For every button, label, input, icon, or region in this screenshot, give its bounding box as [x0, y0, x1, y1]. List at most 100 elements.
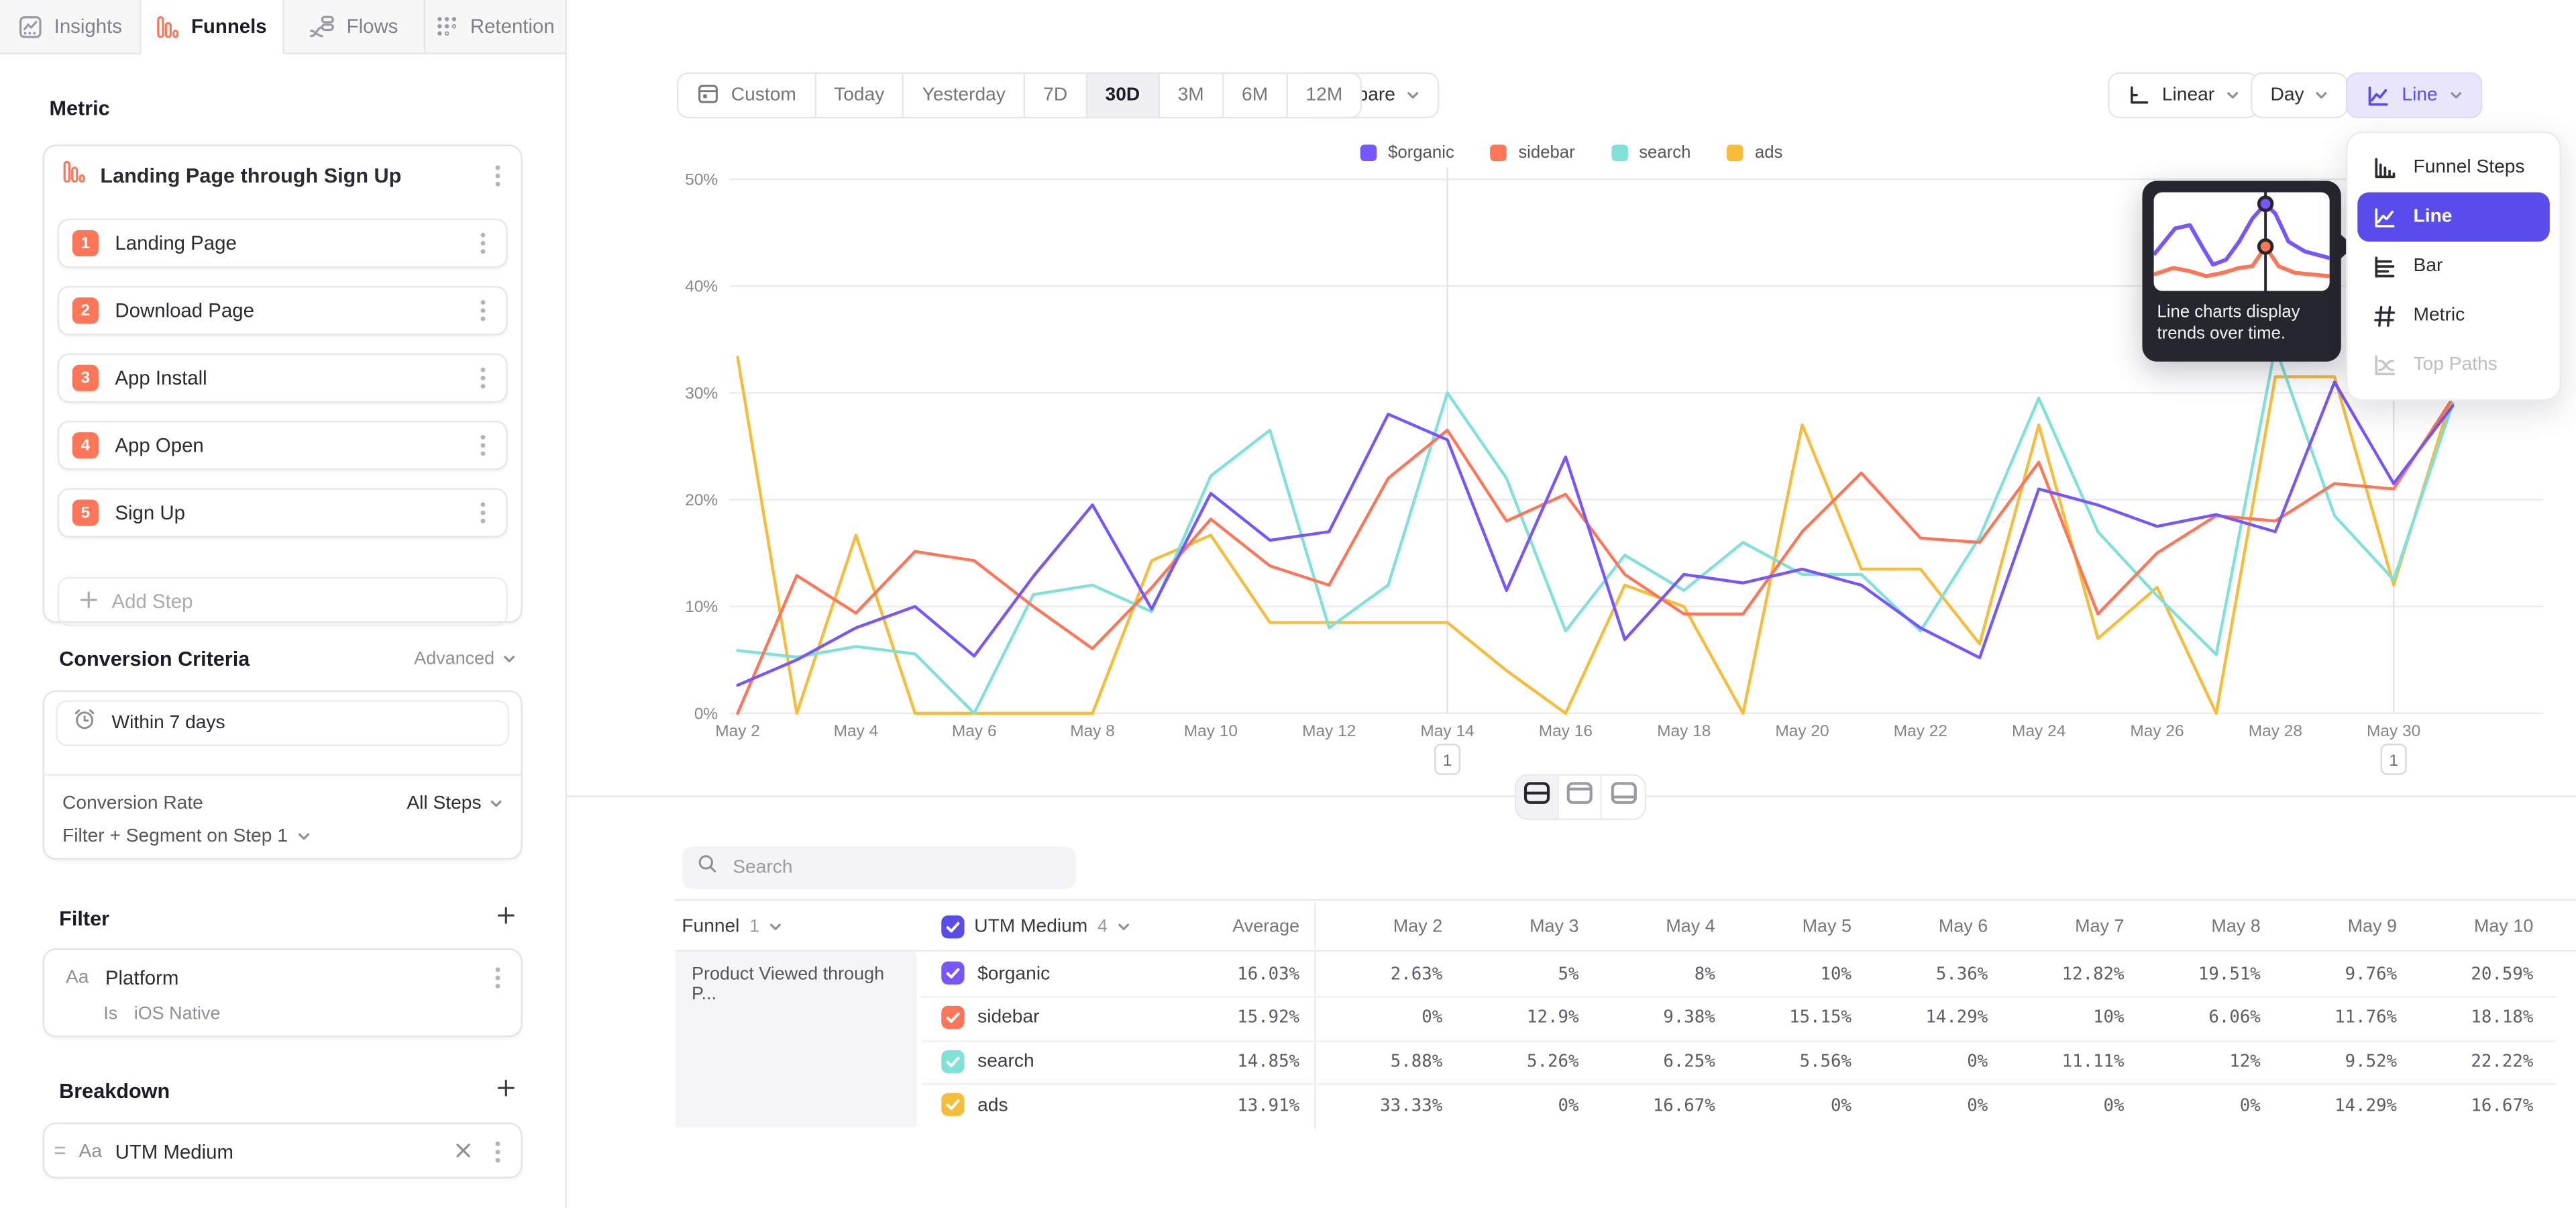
metric-kebab-icon[interactable]: [488, 161, 507, 191]
tab-label: Flows: [347, 15, 398, 38]
filter-operator: Is: [103, 1004, 117, 1023]
average-value: 15.92%: [1237, 995, 1299, 1040]
annotation-badge[interactable]: 1: [1435, 744, 1460, 774]
layout-chart-top-button[interactable]: [1559, 776, 1602, 819]
row-checkbox[interactable]: [941, 1005, 964, 1028]
funnel-step-5[interactable]: 5 Sign Up: [58, 488, 508, 537]
step-kebab-icon[interactable]: [473, 498, 492, 527]
menu-item-bar[interactable]: Bar: [2357, 242, 2550, 291]
step-label: App Install: [115, 366, 456, 389]
svg-text:May 20: May 20: [1775, 722, 1829, 740]
legend-item-organic[interactable]: $organic: [1360, 143, 1454, 162]
range-6m[interactable]: 6M: [1224, 74, 1287, 117]
breakdown-column-dropdown[interactable]: UTM Medium4: [941, 902, 1130, 950]
breakdown-card[interactable]: Aa UTM Medium: [43, 1123, 523, 1178]
column-header-may-6: May 6: [1939, 902, 1988, 950]
cell-value: 5%: [1558, 952, 1578, 996]
average-value: 14.85%: [1237, 1040, 1299, 1084]
range-today[interactable]: Today: [816, 74, 904, 117]
conversion-rate-dropdown[interactable]: All Steps: [407, 794, 502, 813]
layout-split-button[interactable]: [1516, 776, 1559, 819]
cell-value: 6.25%: [1663, 1040, 1715, 1084]
step-label: App Open: [115, 434, 456, 457]
conversion-window-control[interactable]: Within 7 days: [56, 700, 509, 746]
line-chart-preview: [2154, 193, 2330, 291]
cell-value: 9.52%: [2345, 1040, 2397, 1084]
legend-item-sidebar[interactable]: sidebar: [1491, 143, 1575, 162]
row-checkbox[interactable]: [941, 1050, 964, 1072]
chart-type-dropdown[interactable]: Line: [2346, 72, 2482, 119]
step-label: Sign Up: [115, 501, 456, 524]
tab-insights[interactable]: Insights: [0, 0, 142, 54]
svg-text:20%: 20%: [685, 491, 718, 509]
metric-card: Landing Page through Sign Up 1Landing Pa…: [43, 145, 523, 623]
menu-item-line[interactable]: Line: [2357, 193, 2550, 242]
step-number-badge: 2: [72, 297, 99, 323]
svg-text:May 4: May 4: [834, 722, 879, 740]
metric-title: Landing Page through Sign Up: [100, 164, 473, 187]
funnel-step-3[interactable]: 3App Install: [58, 354, 508, 403]
plus-icon: [496, 904, 516, 934]
range-custom[interactable]: Custom: [678, 74, 816, 117]
range-7d[interactable]: 7D: [1025, 74, 1087, 117]
cell-value: 0%: [2104, 1083, 2125, 1127]
filter-value[interactable]: iOS Native: [134, 1004, 221, 1023]
chevron-down-icon: [2449, 89, 2463, 102]
remove-breakdown-icon[interactable]: [451, 1134, 474, 1170]
line-chart-icon: [2366, 83, 2391, 108]
metric-icon: [2372, 303, 2397, 328]
range-30d[interactable]: 30D: [1087, 74, 1160, 117]
funnel-step-2[interactable]: 2Download Page: [58, 286, 508, 335]
legend-item-search[interactable]: search: [1611, 143, 1691, 162]
add-filter-button[interactable]: [496, 904, 516, 934]
table-row-organic[interactable]: $organic16.03%2.63%5%8%10%5.36%12.82%19.…: [676, 952, 2576, 996]
svg-text:May 12: May 12: [1302, 722, 1356, 740]
advanced-dropdown[interactable]: Advanced: [414, 649, 516, 668]
property-type-icon: Aa: [79, 1142, 102, 1162]
menu-item-metric[interactable]: Metric: [2357, 291, 2550, 340]
granularity-dropdown[interactable]: Day: [2251, 72, 2349, 119]
menu-item-funnel-steps[interactable]: Funnel Steps: [2357, 143, 2550, 192]
svg-text:May 16: May 16: [1539, 722, 1593, 740]
filter-kebab-icon[interactable]: [488, 963, 507, 993]
layout-chart-bottom-button[interactable]: [1602, 776, 1645, 819]
step-number-badge: 4: [72, 432, 99, 458]
cell-value: 12.82%: [2062, 952, 2125, 996]
select-all-checkbox[interactable]: [941, 915, 964, 938]
add-breakdown-button[interactable]: [496, 1076, 516, 1106]
step-number-badge: 5: [72, 499, 99, 525]
legend-item-ads[interactable]: ads: [1727, 143, 1782, 162]
filter-segment-dropdown[interactable]: Filter + Segment on Step 1: [62, 821, 502, 851]
tab-retention[interactable]: Retention: [425, 0, 567, 54]
funnel-step-1[interactable]: 1Landing Page: [58, 219, 508, 268]
metric-heading: Metric: [49, 97, 109, 119]
annotation-badge[interactable]: 1: [2381, 744, 2406, 774]
step-kebab-icon[interactable]: [473, 228, 492, 258]
add-step-label: Add Step: [112, 590, 193, 613]
funnel-step-4[interactable]: 4 App Open: [58, 421, 508, 470]
breakdown-kebab-icon[interactable]: [488, 1138, 507, 1167]
step-kebab-icon[interactable]: [473, 363, 492, 393]
cell-value: 19.51%: [2198, 952, 2261, 996]
tab-flows[interactable]: Flows: [283, 0, 425, 54]
range-3m[interactable]: 3M: [1160, 74, 1224, 117]
report-tab-bar: InsightsFunnels Flows Retention: [0, 0, 567, 54]
step-kebab-icon[interactable]: [473, 431, 492, 460]
chevron-down-icon: [298, 830, 311, 844]
scale-dropdown[interactable]: Linear: [2108, 72, 2259, 119]
tab-funnels[interactable]: Funnels: [142, 0, 283, 54]
table-row-ads[interactable]: ads13.91%33.33%0%16.67%0%0%0%0%14.29%16.…: [676, 1083, 2576, 1127]
drag-handle-icon[interactable]: [54, 1138, 66, 1167]
row-checkbox[interactable]: [941, 962, 964, 985]
svg-text:1: 1: [2389, 752, 2398, 770]
filter-card[interactable]: Aa Platform Is iOS Native: [43, 948, 523, 1037]
table-row-search[interactable]: search14.85%5.88%5.26%6.25%5.56%0%11.11%…: [676, 1040, 2576, 1084]
add-step-button[interactable]: Add Step: [58, 577, 508, 626]
row-checkbox[interactable]: [941, 1093, 964, 1116]
search-input[interactable]: [729, 856, 1061, 879]
table-row-sidebar[interactable]: sidebar15.92%0%12.9%9.38%15.15%14.29%10%…: [676, 995, 2576, 1040]
range-12m[interactable]: 12M: [1288, 74, 1361, 117]
range-yesterday[interactable]: Yesterday: [904, 74, 1026, 117]
step-kebab-icon[interactable]: [473, 296, 492, 325]
funnel-column-dropdown[interactable]: Funnel1: [682, 902, 782, 950]
